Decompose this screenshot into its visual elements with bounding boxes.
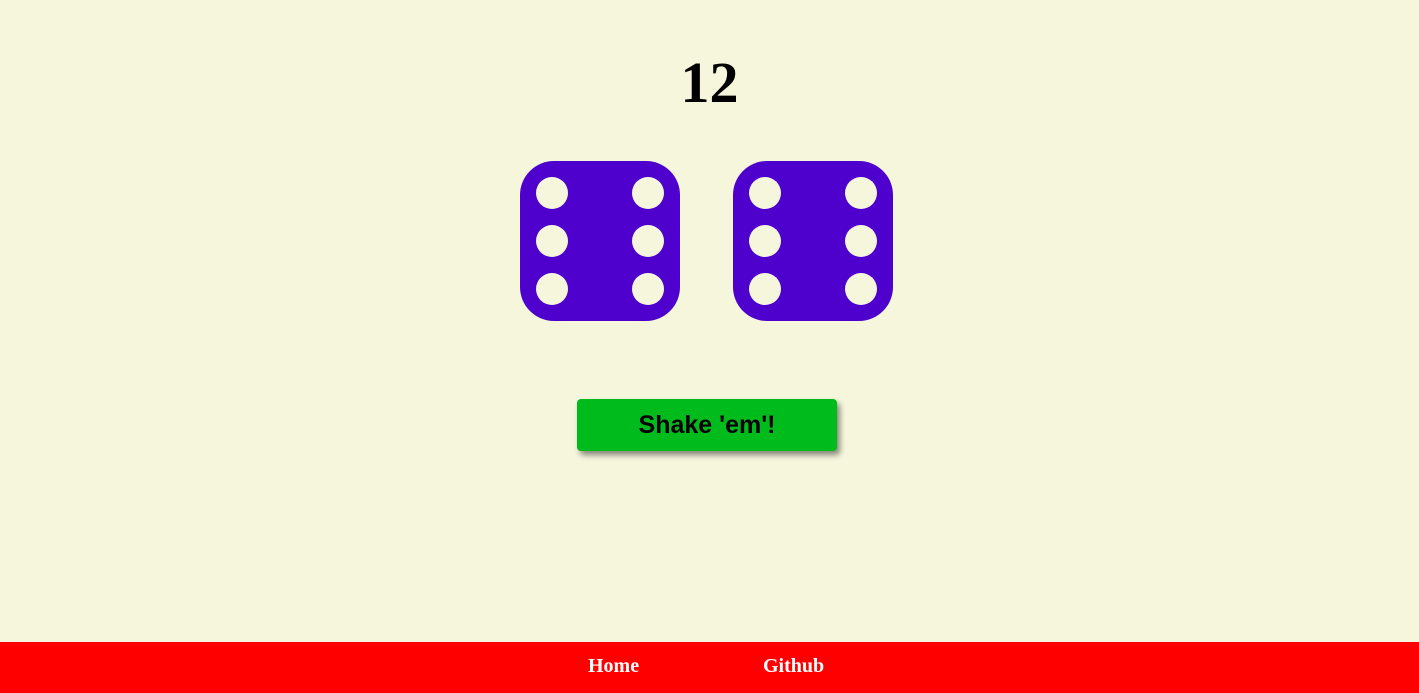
die-pip bbox=[536, 177, 568, 209]
die-pip bbox=[632, 177, 664, 209]
die-six-icon bbox=[520, 161, 680, 321]
die-pip bbox=[749, 177, 781, 209]
dice-total: 12 bbox=[680, 50, 739, 115]
footer-nav: Home Github bbox=[0, 642, 1419, 693]
die-pip bbox=[536, 273, 568, 305]
shake-button[interactable]: Shake 'em'! bbox=[577, 399, 837, 451]
dice-roller-page: 12 Shake 'em'! Home Github bbox=[0, 0, 1419, 693]
die-pip bbox=[845, 225, 877, 257]
die-pip bbox=[845, 273, 877, 305]
die-pip bbox=[845, 177, 877, 209]
die-pip bbox=[749, 225, 781, 257]
footer-link-home[interactable]: Home bbox=[588, 642, 639, 690]
die-pip bbox=[536, 225, 568, 257]
die-pip bbox=[749, 273, 781, 305]
die-six-icon bbox=[733, 161, 893, 321]
die-pip bbox=[632, 273, 664, 305]
die-pip bbox=[632, 225, 664, 257]
footer-link-github[interactable]: Github bbox=[763, 642, 824, 690]
